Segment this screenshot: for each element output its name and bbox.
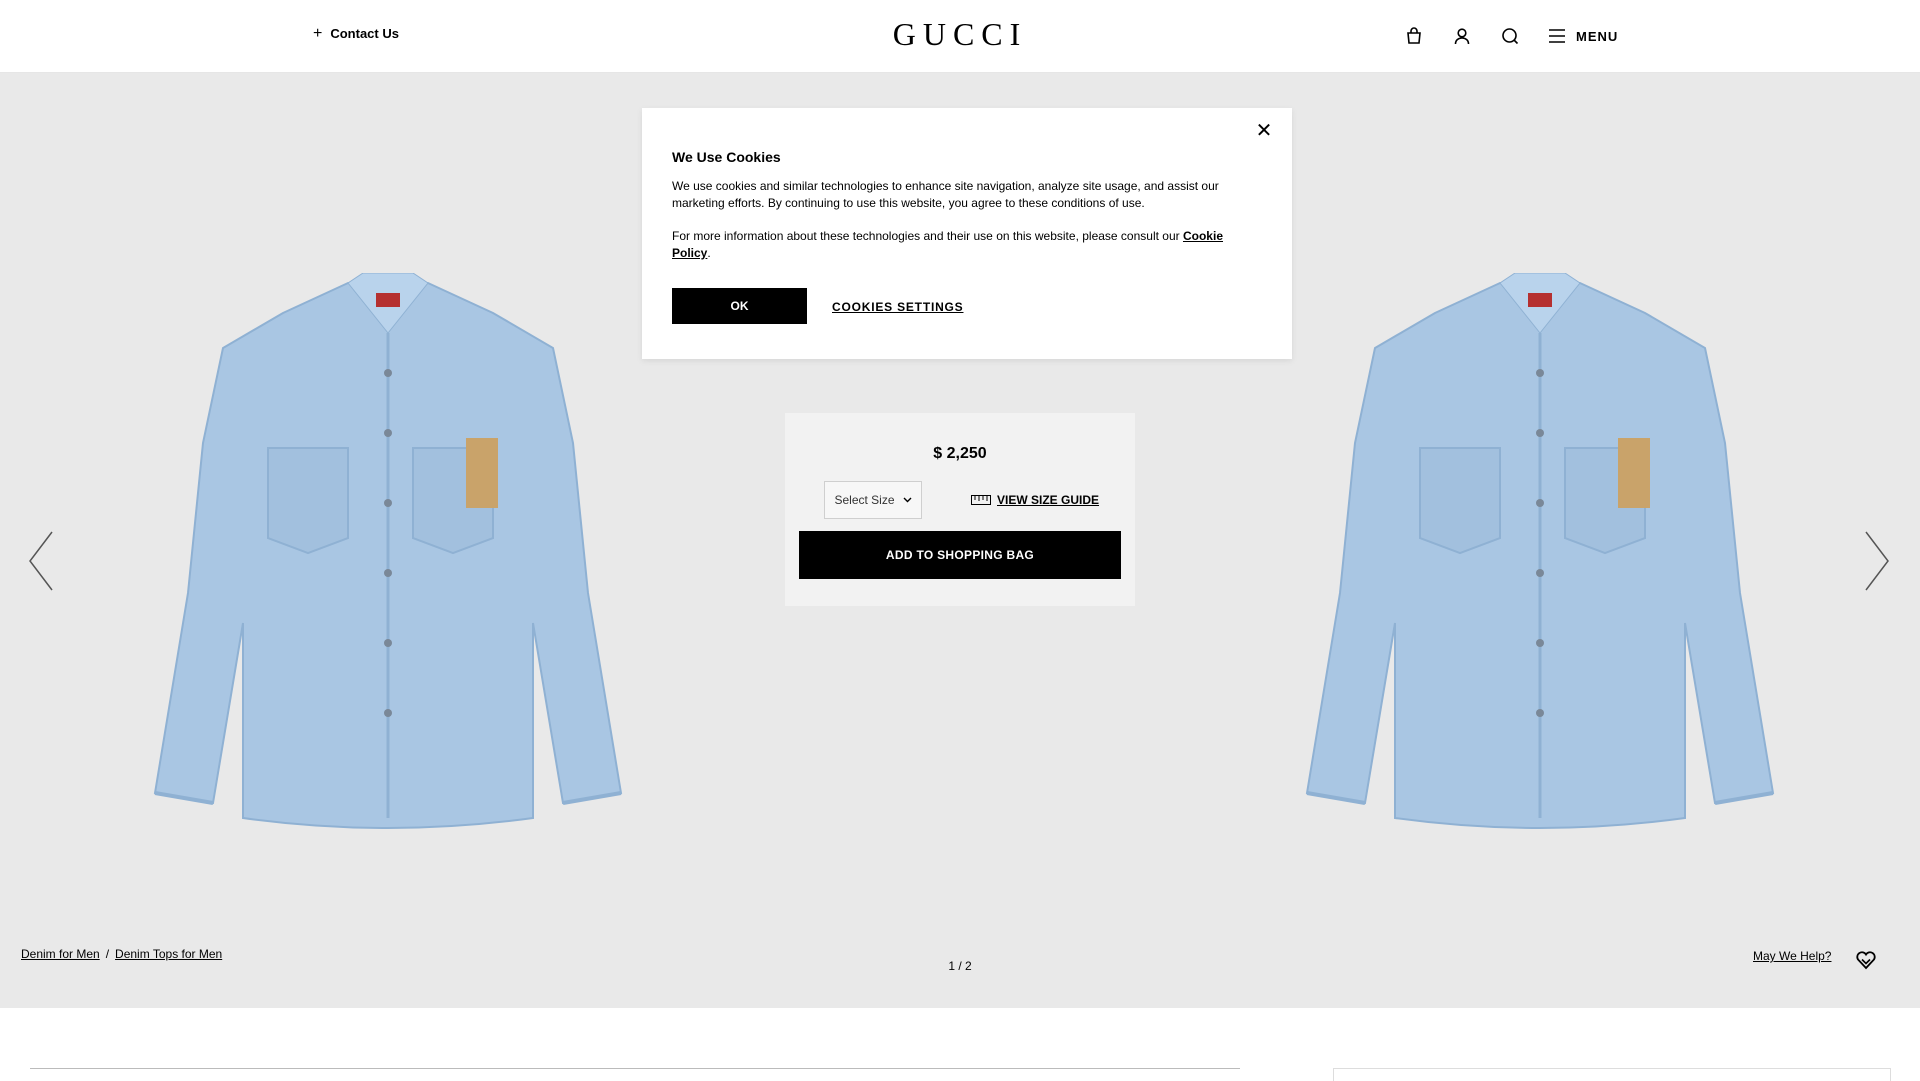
details-panel-edge: [1333, 1068, 1891, 1081]
may-we-help-link[interactable]: May We Help?: [1753, 949, 1831, 963]
contact-us-link[interactable]: + Contact Us: [313, 25, 399, 42]
breadcrumb-denim-tops-for-men[interactable]: Denim Tops for Men: [115, 947, 222, 961]
cookie-modal-description: We use cookies and similar technologies …: [672, 179, 1219, 210]
cookie-policy-suffix: .: [707, 246, 711, 260]
heart-icon[interactable]: [1855, 949, 1877, 971]
view-size-guide-link[interactable]: VIEW SIZE GUIDE: [971, 493, 1099, 507]
plus-icon: +: [313, 25, 323, 42]
cookie-modal-title: We Use Cookies: [672, 149, 781, 165]
cookie-consent-modal: ✕ We Use Cookies We use cookies and simi…: [642, 108, 1292, 359]
product-purchase-panel: $ 2,250 Select Size VIEW SIZE GUIDE ADD …: [785, 413, 1135, 606]
product-image-front[interactable]: [133, 273, 653, 833]
breadcrumb: Denim for Men / Denim Tops for Men: [21, 947, 222, 961]
previous-image-arrow-icon[interactable]: [26, 530, 56, 592]
menu-button[interactable]: MENU: [1548, 29, 1618, 44]
search-icon[interactable]: [1496, 22, 1524, 50]
breadcrumb-denim-for-men[interactable]: Denim for Men: [21, 947, 100, 961]
section-divider: [30, 1068, 1240, 1069]
size-select[interactable]: Select Size: [824, 481, 922, 519]
site-header: + Contact Us GUCCI MENU: [0, 0, 1920, 73]
breadcrumb-separator: /: [105, 947, 110, 961]
ruler-icon: [971, 495, 991, 505]
header-actions: MENU: [1400, 22, 1618, 50]
cookie-policy-prefix: For more information about these technol…: [672, 229, 1180, 243]
gucci-logo[interactable]: GUCCI: [880, 16, 1040, 53]
close-icon[interactable]: ✕: [1254, 120, 1274, 142]
cookie-ok-button[interactable]: OK: [672, 288, 807, 324]
product-price: $ 2,250: [933, 445, 987, 462]
shopping-bag-icon[interactable]: [1400, 22, 1428, 50]
view-size-guide-label: VIEW SIZE GUIDE: [997, 493, 1100, 507]
cookie-modal-policy-text: For more information about these technol…: [672, 228, 1262, 262]
image-pager: 1 / 2: [948, 959, 972, 973]
user-icon[interactable]: [1448, 22, 1476, 50]
cookies-settings-link[interactable]: COOKIES SETTINGS: [832, 300, 963, 314]
menu-label: MENU: [1576, 28, 1619, 44]
hamburger-icon: [1549, 29, 1565, 43]
contact-us-label: Contact Us: [330, 26, 399, 41]
product-image-secondary[interactable]: [1285, 273, 1805, 833]
add-to-shopping-bag-button[interactable]: ADD TO SHOPPING BAG: [799, 531, 1121, 579]
chevron-down-icon: [903, 497, 912, 503]
next-image-arrow-icon[interactable]: [1862, 530, 1892, 592]
size-select-label: Select Size: [834, 493, 895, 507]
